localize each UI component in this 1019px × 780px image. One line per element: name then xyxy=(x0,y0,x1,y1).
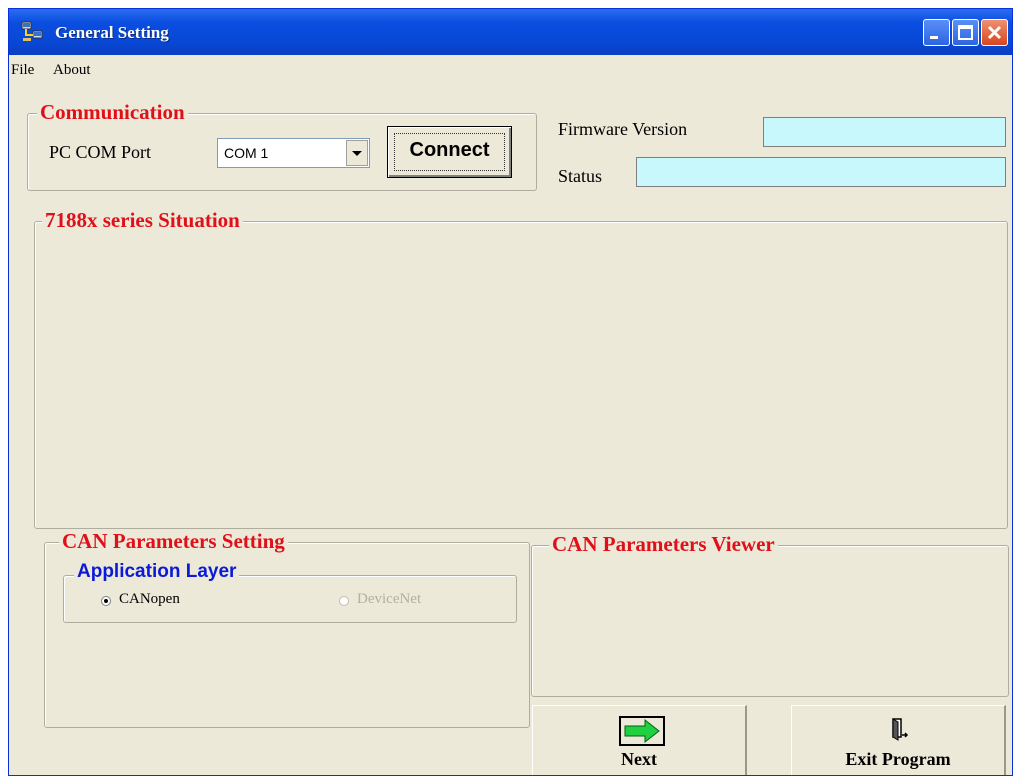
title-bar[interactable]: General Setting xyxy=(9,9,1012,55)
door-exit-icon xyxy=(890,718,910,747)
situation-legend: 7188x series Situation xyxy=(42,208,243,233)
status-field xyxy=(636,157,1006,187)
next-label: Next xyxy=(621,749,657,769)
can-parameters-setting-legend: CAN Parameters Setting xyxy=(59,529,288,554)
devicenet-label: DeviceNet xyxy=(357,591,422,607)
maximize-button[interactable] xyxy=(952,19,979,46)
menu-bar: File About xyxy=(9,55,1012,83)
status-label: Status xyxy=(558,166,603,186)
firmware-version-label: Firmware Version xyxy=(558,119,688,139)
chevron-down-icon[interactable] xyxy=(346,140,368,166)
connect-label: Connect xyxy=(409,139,490,161)
next-button[interactable]: Next xyxy=(532,705,747,775)
application-layer-legend: Application Layer xyxy=(74,561,240,583)
exit-program-button[interactable]: Exit Program xyxy=(791,705,1006,775)
minimize-button[interactable] xyxy=(923,19,950,46)
canopen-radio-dot[interactable] xyxy=(101,596,111,606)
communication-legend: Communication xyxy=(37,100,188,125)
firmware-version-field xyxy=(763,117,1006,147)
green-right-arrow-icon xyxy=(619,716,665,751)
menu-file[interactable]: File xyxy=(11,62,34,79)
general-setting-window: General Setting File About Communication… xyxy=(8,8,1013,776)
network-computers-icon xyxy=(21,21,45,43)
canopen-label: CANopen xyxy=(119,591,180,607)
com-port-value: COM 1 xyxy=(224,145,269,161)
can-parameters-viewer-legend: CAN Parameters Viewer xyxy=(549,532,778,557)
situation-group xyxy=(34,221,1008,529)
connect-button[interactable]: Connect xyxy=(387,126,512,178)
window-title: General Setting xyxy=(55,23,169,42)
com-port-select[interactable]: COM 1 xyxy=(217,138,370,168)
exit-program-label: Exit Program xyxy=(845,749,951,769)
menu-about[interactable]: About xyxy=(53,62,91,79)
pc-com-port-label: PC COM Port xyxy=(49,142,152,162)
devicenet-radio-dot xyxy=(339,596,349,606)
close-button[interactable] xyxy=(981,19,1008,46)
can-parameters-viewer-group xyxy=(531,545,1009,697)
